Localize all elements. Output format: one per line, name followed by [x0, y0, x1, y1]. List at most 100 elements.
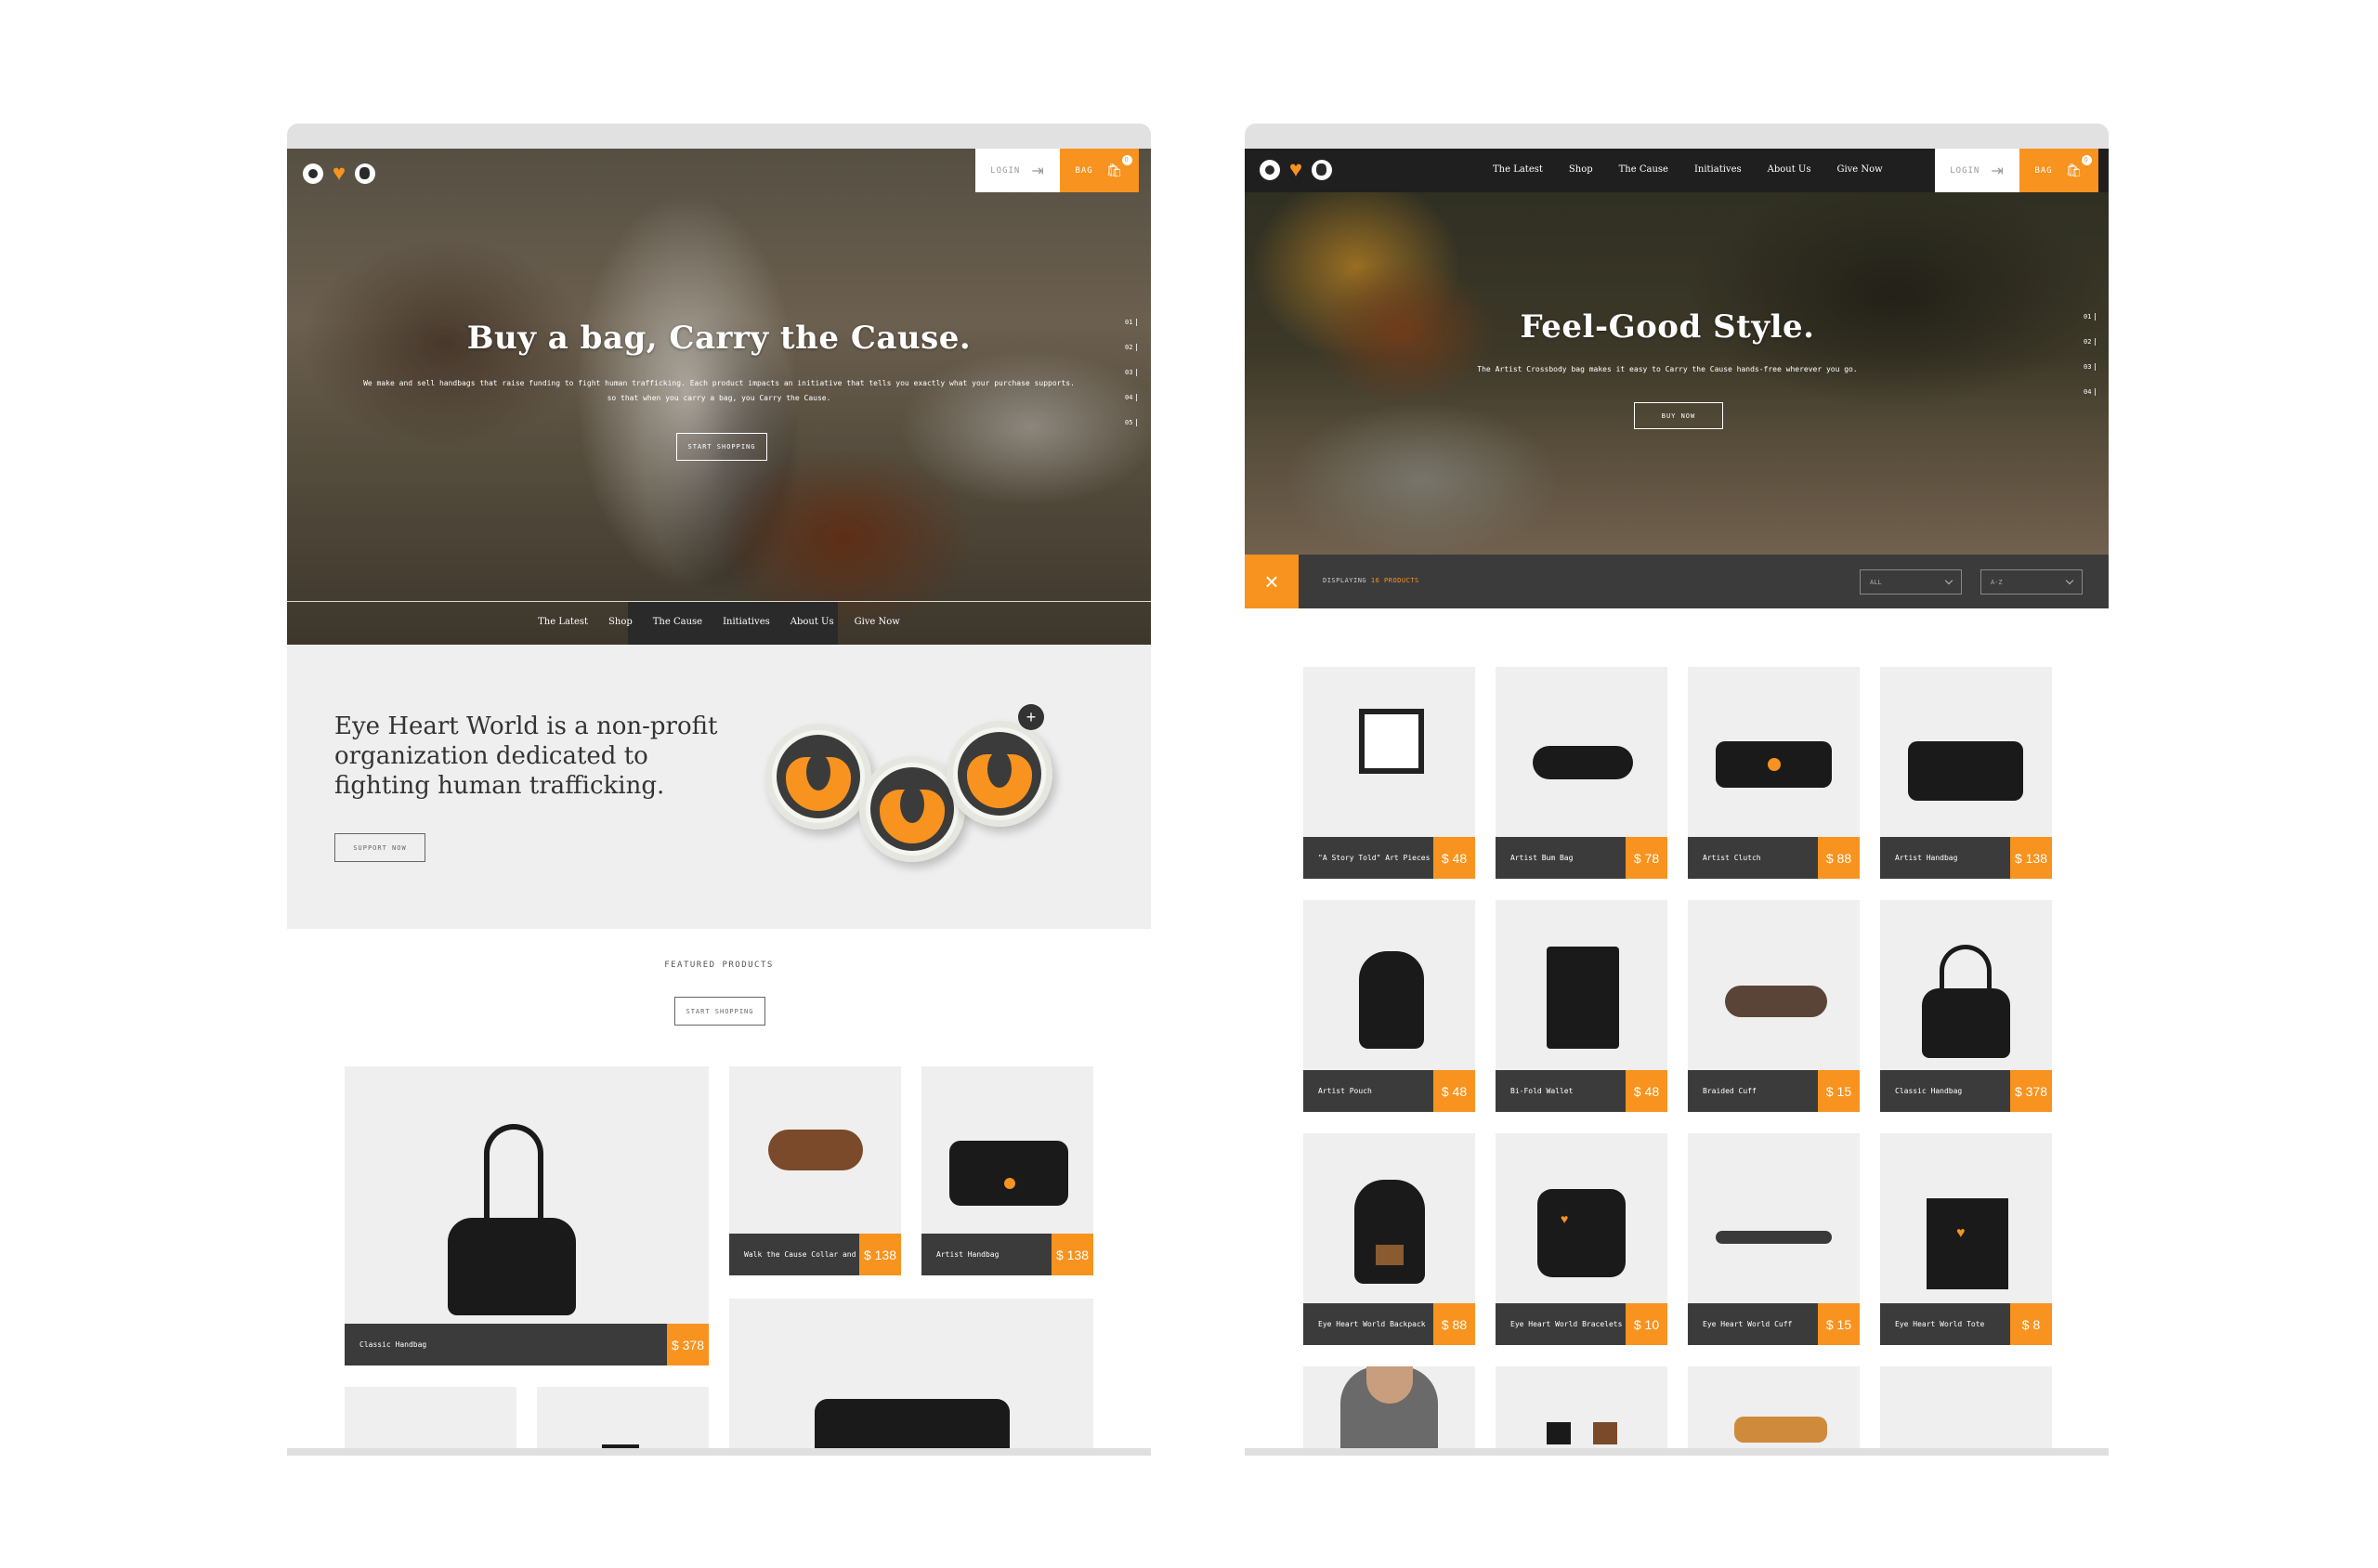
buy-now-button[interactable]: BUY NOW	[1634, 402, 1723, 429]
bum-bag-image	[1533, 746, 1633, 779]
featured-start-shopping-button[interactable]: START SHOPPING	[674, 997, 765, 1026]
product-card[interactable]: Artist Handbag $ 138	[1880, 667, 2052, 879]
login-button[interactable]: LOGIN ⇥	[975, 149, 1060, 192]
bag-button[interactable]: BAG 🛍 0	[1060, 149, 1139, 192]
slide-04[interactable]: 04	[1125, 394, 1138, 401]
slide-indicator[interactable]: 01 02 03 04 05	[1125, 319, 1138, 426]
product-card[interactable]	[345, 1387, 516, 1456]
slide-05[interactable]: 05	[1125, 419, 1138, 426]
nav-give-now[interactable]: Give Now	[1836, 164, 1882, 175]
bag-button[interactable]: BAG 🛍 0	[2019, 149, 2098, 192]
product-card[interactable]: Artist Pouch $ 48	[1303, 900, 1475, 1112]
globe-icon	[355, 163, 375, 184]
slide-01[interactable]: 01	[1125, 319, 1138, 326]
support-now-button[interactable]: SUPPORT NOW	[334, 833, 425, 862]
browser-bezel	[287, 124, 1151, 149]
slide-03[interactable]: 03	[2084, 363, 2097, 371]
close-icon[interactable]: ×	[1245, 555, 1299, 608]
nav-shop[interactable]: Shop	[1569, 164, 1593, 175]
product-card[interactable]: Artist Handbag $ 138	[921, 1066, 1093, 1275]
slide-01[interactable]: 01	[2084, 313, 2097, 320]
browser-bezel	[1245, 124, 2109, 149]
backpack-patch	[1376, 1245, 1404, 1265]
product-card[interactable]: Bi-Fold Wallet $ 48	[1496, 900, 1667, 1112]
product-card[interactable]: Artist Clutch $ 88	[1688, 667, 1860, 879]
product-card[interactable]	[729, 1299, 1093, 1456]
login-button[interactable]: LOGIN ⇥	[1935, 149, 2019, 192]
product-card[interactable]: Artist Bum Bag $ 78	[1496, 667, 1667, 879]
login-label: LOGIN	[990, 165, 1021, 176]
product-price: $ 378	[2010, 1070, 2052, 1112]
cart-icon: 🛍 0	[1106, 155, 1132, 178]
slide-04[interactable]: 04	[2084, 388, 2097, 396]
nav-give-now[interactable]: Give Now	[855, 617, 900, 627]
plus-icon[interactable]: +	[1018, 704, 1044, 730]
heart-icon: ♥	[332, 161, 346, 186]
product-price: $ 138	[1052, 1234, 1093, 1275]
pin-badge	[765, 724, 871, 830]
pin-badge	[947, 721, 1052, 827]
nav-the-cause[interactable]: The Cause	[1619, 164, 1668, 175]
product-card[interactable]	[1880, 1366, 2052, 1456]
product-price: $ 78	[1626, 837, 1667, 879]
start-shopping-button[interactable]: START SHOPPING	[676, 433, 767, 461]
product-card[interactable]: Braided Cuff $ 15	[1688, 900, 1860, 1112]
nav-shop[interactable]: Shop	[608, 617, 633, 627]
scroll-edge	[1245, 1448, 2109, 1456]
product-card[interactable]	[537, 1387, 709, 1456]
product-price: $ 88	[1433, 1303, 1475, 1345]
product-card[interactable]: Walk the Cause Collar and Leash $ 138	[729, 1066, 901, 1275]
product-name: Classic Handbag	[1880, 1070, 2010, 1112]
product-price: $ 15	[1818, 1303, 1860, 1345]
bag-count: 0	[2081, 155, 2092, 165]
handbag-image	[448, 1218, 576, 1315]
product-name: Eye Heart World Bracelets	[1496, 1303, 1626, 1345]
product-count: 16 PRODUCTS	[1370, 577, 1419, 584]
nav-initiatives[interactable]: Initiatives	[723, 617, 770, 627]
slide-03[interactable]: 03	[1125, 369, 1138, 376]
product-card[interactable]: Classic Handbag $ 378	[345, 1066, 709, 1365]
product-name: Artist Handbag	[921, 1234, 1052, 1275]
slide-02[interactable]: 02	[2084, 338, 2097, 346]
handbag-image	[1908, 741, 2023, 801]
slide-indicator[interactable]: 01 02 03 04	[2084, 313, 2097, 396]
logo-stamp	[1004, 1178, 1015, 1189]
hero-subtitle-2: so that when you carry a bag, you Carry …	[607, 394, 831, 402]
bag-label: BAG	[2034, 165, 2053, 176]
product-card[interactable]: "A Story Told" Art Pieces $ 48	[1303, 667, 1475, 879]
product-card[interactable]: Eye Heart World Cuff $ 15	[1688, 1133, 1860, 1345]
cuff-image	[1725, 986, 1827, 1017]
product-price: $ 138	[2010, 837, 2052, 879]
nav-the-latest[interactable]: The Latest	[1493, 164, 1543, 175]
slide-02[interactable]: 02	[1125, 344, 1138, 351]
chevron-down-icon	[1944, 576, 1953, 585]
site-logo[interactable]: ♥	[303, 161, 375, 186]
product-card[interactable]: ♥ Eye Heart World Bracelets $ 10	[1496, 1133, 1667, 1345]
product-card[interactable]	[1688, 1366, 1860, 1456]
nav-the-cause[interactable]: The Cause	[653, 617, 702, 627]
product-name: Classic Handbag	[345, 1324, 667, 1365]
nav-about-us[interactable]: About Us	[790, 617, 834, 627]
product-card[interactable]: Eye Heart World Backpack $ 88	[1303, 1133, 1475, 1345]
category-select[interactable]: ALL	[1860, 569, 1962, 595]
product-card[interactable]: ♥ Eye Heart World Tote $ 8	[1880, 1133, 2052, 1345]
hero-subtitle: The Artist Crossbody bag makes it easy t…	[1477, 365, 1858, 373]
product-name: Artist Pouch	[1303, 1070, 1433, 1112]
sort-select[interactable]: A-Z	[1980, 569, 2083, 595]
logo-stamp	[1768, 758, 1781, 771]
product-card[interactable]: Classic Handbag $ 378	[1880, 900, 2052, 1112]
product-price: $ 88	[1818, 837, 1860, 879]
hero-title: Feel-Good Style.	[1520, 308, 1815, 346]
nav-the-latest[interactable]: The Latest	[538, 617, 588, 627]
eye-icon	[303, 163, 323, 184]
art-pieces-image	[1359, 709, 1424, 774]
nav-initiatives[interactable]: Initiatives	[1694, 164, 1742, 175]
hero-banner: Feel-Good Style. The Artist Crossbody ba…	[1245, 192, 2109, 555]
shop-mockup: ♥ The Latest Shop The Cause Initiatives …	[1245, 124, 2109, 1456]
product-card[interactable]	[1303, 1366, 1475, 1456]
product-name: Artist Handbag	[1880, 837, 2010, 879]
nav-about-us[interactable]: About Us	[1768, 164, 1811, 175]
site-logo[interactable]: ♥	[1260, 159, 1332, 181]
product-card[interactable]	[1496, 1366, 1667, 1456]
handbag-strap	[484, 1124, 543, 1228]
